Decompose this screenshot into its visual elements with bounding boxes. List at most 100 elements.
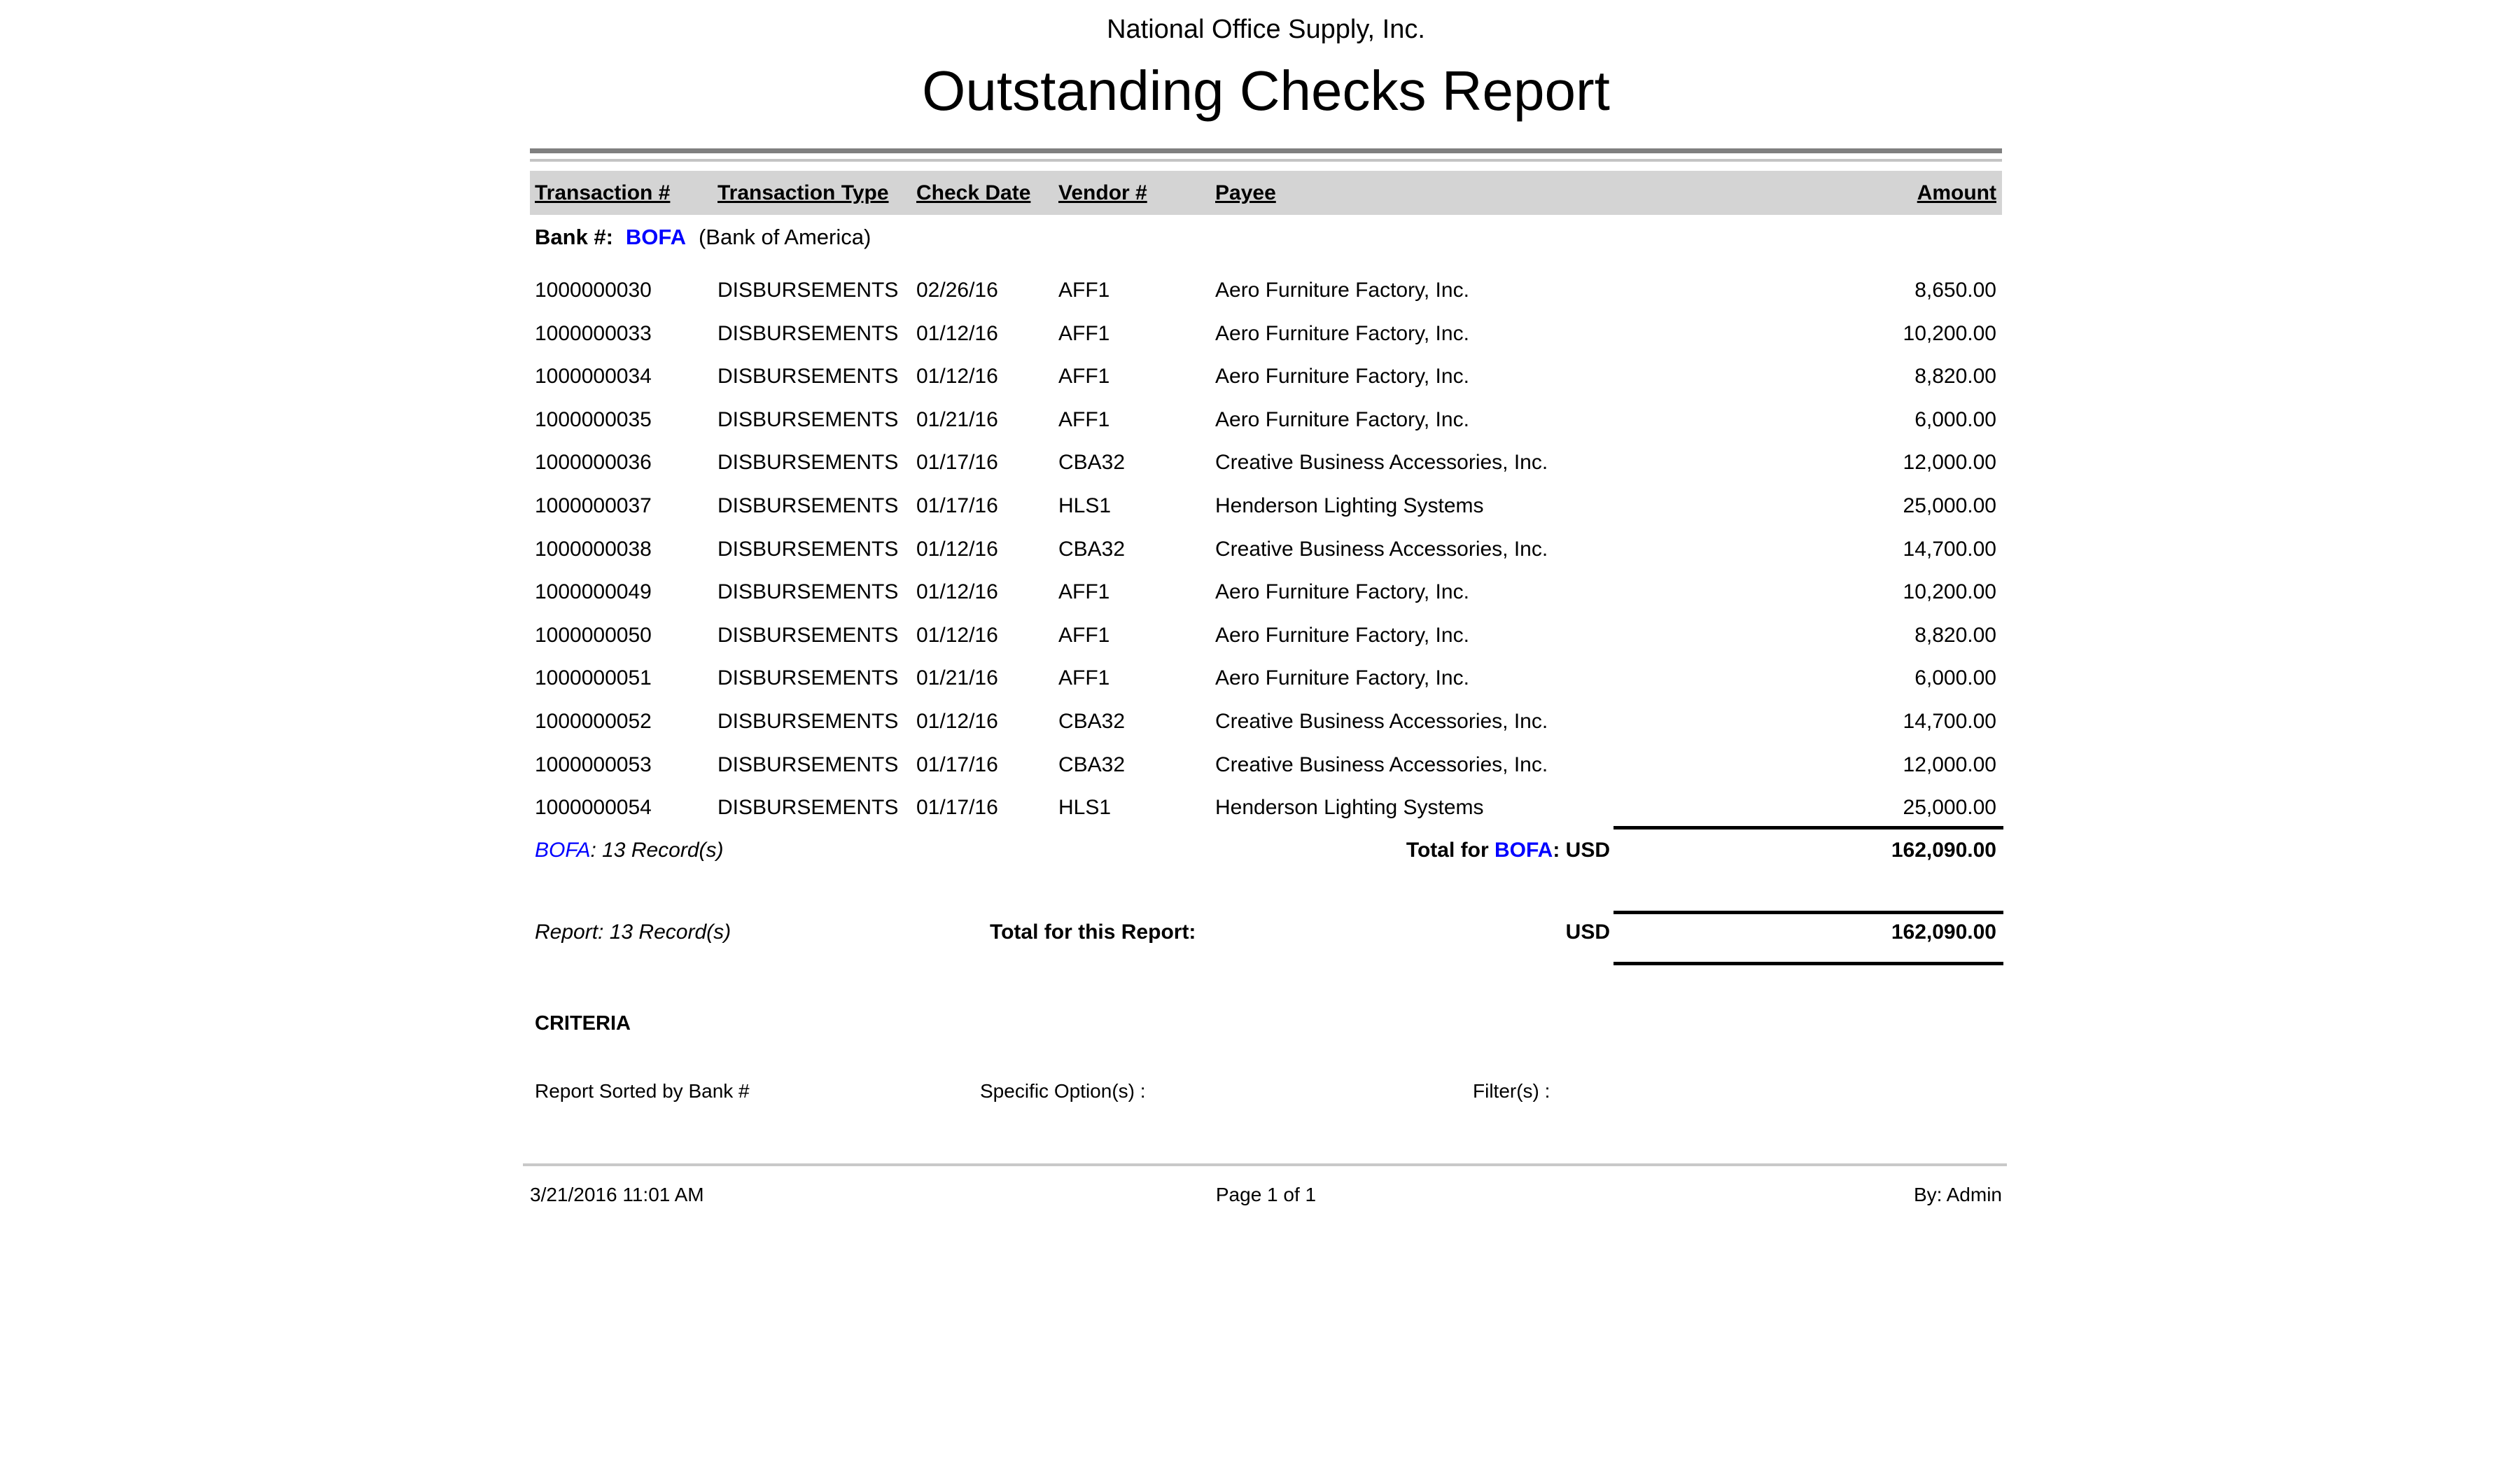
cell-type: DISBURSEMENTS xyxy=(718,451,898,475)
footer-row: 3/21/2016 11:01 AM Page 1 of 1 By: Admin xyxy=(530,1183,2002,1207)
bank-records-text: : 13 Record(s) xyxy=(590,839,723,862)
cell-check-date: 01/17/16 xyxy=(916,753,998,777)
cell-transaction: 1000000053 xyxy=(535,753,652,777)
cell-vendor: CBA32 xyxy=(1058,710,1125,734)
cell-type: DISBURSEMENTS xyxy=(718,753,898,777)
cell-amount: 10,200.00 xyxy=(1903,580,1996,604)
cell-transaction: 1000000038 xyxy=(535,538,652,561)
report-total-rule-top xyxy=(1614,911,2003,914)
table-row: 1000000051 DISBURSEMENTS 01/21/16 AFF1 A… xyxy=(530,666,2002,690)
cell-payee: Aero Furniture Factory, Inc. xyxy=(1215,580,1469,604)
cell-payee: Aero Furniture Factory, Inc. xyxy=(1215,365,1469,388)
cell-payee: Henderson Lighting Systems xyxy=(1215,494,1484,518)
cell-type: DISBURSEMENTS xyxy=(718,666,898,690)
bank-total-label-prefix: Total for xyxy=(1406,839,1489,862)
cell-check-date: 01/12/16 xyxy=(916,365,998,388)
cell-vendor: CBA32 xyxy=(1058,538,1125,561)
table-row: 1000000050 DISBURSEMENTS 01/12/16 AFF1 A… xyxy=(530,624,2002,648)
cell-check-date: 01/21/16 xyxy=(916,408,998,432)
footer-printed-by: By: Admin xyxy=(1914,1183,2002,1207)
cell-payee: Creative Business Accessories, Inc. xyxy=(1215,710,1548,734)
table-row: 1000000036 DISBURSEMENTS 01/17/16 CBA32 … xyxy=(530,451,2002,475)
cell-type: DISBURSEMENTS xyxy=(718,624,898,648)
bank-label: Bank #: xyxy=(535,225,613,249)
cell-check-date: 01/17/16 xyxy=(916,494,998,518)
cell-amount: 10,200.00 xyxy=(1903,322,1996,346)
cell-transaction: 1000000049 xyxy=(535,580,652,604)
cell-check-date: 02/26/16 xyxy=(916,279,998,302)
cell-transaction: 1000000033 xyxy=(535,322,652,346)
column-header-amount: Amount xyxy=(1917,181,1996,205)
report-total-currency: USD xyxy=(1566,920,1610,945)
cell-payee: Aero Furniture Factory, Inc. xyxy=(1215,666,1469,690)
cell-amount: 25,000.00 xyxy=(1903,796,1996,820)
cell-amount: 6,000.00 xyxy=(1914,408,1996,432)
bank-total-row: BOFA: 13 Record(s) Total for BOFA: USD 1… xyxy=(530,838,2002,863)
header-divider-thick xyxy=(530,148,2002,153)
criteria-row: Report Sorted by Bank # Specific Option(… xyxy=(530,1079,2002,1103)
cell-transaction: 1000000054 xyxy=(535,796,652,820)
cell-amount: 6,000.00 xyxy=(1914,666,1996,690)
table-row: 1000000053 DISBURSEMENTS 01/17/16 CBA32 … xyxy=(530,753,2002,777)
cell-transaction: 1000000035 xyxy=(535,408,652,432)
company-name: National Office Supply, Inc. xyxy=(530,14,2002,45)
cell-vendor: AFF1 xyxy=(1058,666,1110,690)
report-total-rule-bottom xyxy=(1614,962,2003,965)
criteria-heading: CRITERIA xyxy=(535,1011,631,1035)
cell-payee: Aero Furniture Factory, Inc. xyxy=(1215,322,1469,346)
page-title: Outstanding Checks Report xyxy=(530,56,2002,126)
cell-vendor: AFF1 xyxy=(1058,624,1110,648)
cell-payee: Aero Furniture Factory, Inc. xyxy=(1215,624,1469,648)
cell-vendor: HLS1 xyxy=(1058,796,1111,820)
cell-type: DISBURSEMENTS xyxy=(718,365,898,388)
column-header-vendor: Vendor # xyxy=(1058,181,1147,205)
table-row: 1000000038 DISBURSEMENTS 01/12/16 CBA32 … xyxy=(530,538,2002,561)
bank-code-link[interactable]: BOFA xyxy=(626,225,686,249)
cell-amount: 8,650.00 xyxy=(1914,279,1996,302)
criteria-filters: Filter(s) : xyxy=(1473,1079,1550,1103)
cell-check-date: 01/12/16 xyxy=(916,580,998,604)
bank-total-rule xyxy=(1614,826,2003,830)
bank-records: BOFA: 13 Record(s) xyxy=(535,838,724,863)
table-row: 1000000034 DISBURSEMENTS 01/12/16 AFF1 A… xyxy=(530,365,2002,388)
table-row: 1000000033 DISBURSEMENTS 01/12/16 AFF1 A… xyxy=(530,322,2002,346)
cell-check-date: 01/12/16 xyxy=(916,322,998,346)
cell-amount: 14,700.00 xyxy=(1903,710,1996,734)
footer-page-number: Page 1 of 1 xyxy=(530,1183,2002,1207)
column-header-transaction: Transaction # xyxy=(535,181,670,205)
cell-vendor: AFF1 xyxy=(1058,365,1110,388)
cell-vendor: AFF1 xyxy=(1058,322,1110,346)
cell-vendor: HLS1 xyxy=(1058,494,1111,518)
cell-amount: 12,000.00 xyxy=(1903,753,1996,777)
cell-payee: Henderson Lighting Systems xyxy=(1215,796,1484,820)
cell-type: DISBURSEMENTS xyxy=(718,796,898,820)
bank-total-label: Total for BOFA: USD xyxy=(1406,838,1610,863)
table-row: 1000000035 DISBURSEMENTS 01/21/16 AFF1 A… xyxy=(530,408,2002,432)
report-total-amount: 162,090.00 xyxy=(1891,920,1996,945)
cell-transaction: 1000000050 xyxy=(535,624,652,648)
cell-type: DISBURSEMENTS xyxy=(718,710,898,734)
report-total-row: Report: 13 Record(s) Total for this Repo… xyxy=(530,920,2002,945)
cell-payee: Aero Furniture Factory, Inc. xyxy=(1215,279,1469,302)
bank-total-bank-link[interactable]: BOFA xyxy=(1494,839,1553,862)
column-header-type: Transaction Type xyxy=(718,181,889,205)
cell-check-date: 01/17/16 xyxy=(916,451,998,475)
bank-records-code-link[interactable]: BOFA xyxy=(535,839,590,862)
cell-amount: 12,000.00 xyxy=(1903,451,1996,475)
report-total-label: Total for this Report: xyxy=(990,920,1196,945)
cell-vendor: CBA32 xyxy=(1058,753,1125,777)
bank-total-amount: 162,090.00 xyxy=(1891,838,1996,863)
cell-vendor: CBA32 xyxy=(1058,451,1125,475)
cell-amount: 14,700.00 xyxy=(1903,538,1996,561)
table-row: 1000000049 DISBURSEMENTS 01/12/16 AFF1 A… xyxy=(530,580,2002,604)
table-row: 1000000037 DISBURSEMENTS 01/17/16 HLS1 H… xyxy=(530,494,2002,518)
cell-payee: Creative Business Accessories, Inc. xyxy=(1215,451,1548,475)
table-row: 1000000054 DISBURSEMENTS 01/17/16 HLS1 H… xyxy=(530,796,2002,820)
cell-vendor: AFF1 xyxy=(1058,580,1110,604)
cell-type: DISBURSEMENTS xyxy=(718,279,898,302)
cell-transaction: 1000000037 xyxy=(535,494,652,518)
cell-type: DISBURSEMENTS xyxy=(718,494,898,518)
cell-check-date: 01/12/16 xyxy=(916,624,998,648)
cell-check-date: 01/12/16 xyxy=(916,538,998,561)
bank-group-line: Bank #: BOFA (Bank of America) xyxy=(535,225,871,250)
